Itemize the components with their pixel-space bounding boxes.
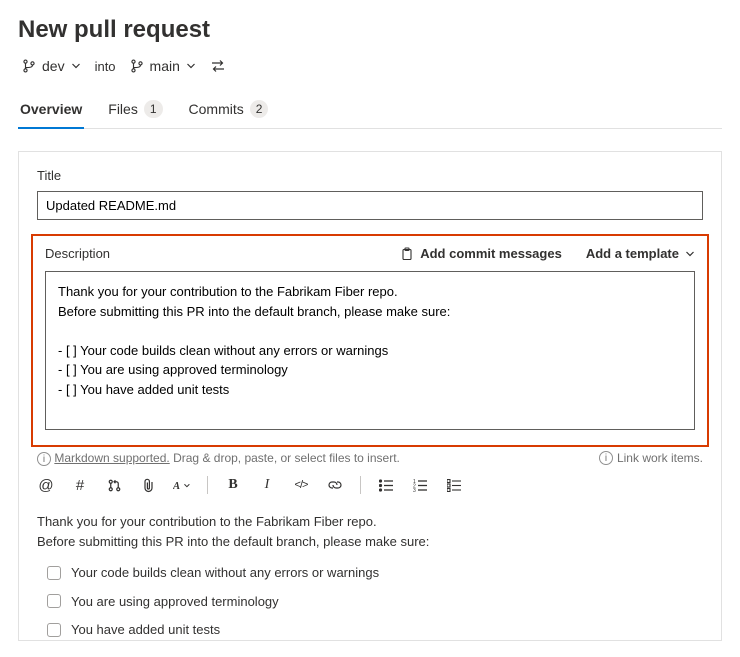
pr-ref-button[interactable]	[105, 476, 123, 494]
branch-selector-row: dev into main	[18, 58, 722, 74]
description-textarea[interactable]	[45, 271, 695, 430]
mention-button[interactable]: @	[37, 476, 55, 494]
formatting-toolbar: @ # A B I </> 123	[37, 476, 703, 494]
attach-button[interactable]	[139, 476, 157, 494]
clipboard-icon	[400, 247, 414, 261]
task-list-button[interactable]	[445, 476, 463, 494]
tab-count-badge: 2	[250, 100, 269, 118]
add-template-label: Add a template	[586, 246, 679, 261]
task-item: You have added unit tests	[47, 620, 703, 640]
tab-bar: Overview Files 1 Commits 2	[18, 92, 722, 129]
into-label: into	[95, 59, 116, 74]
hash-button[interactable]: #	[71, 476, 89, 494]
title-label: Title	[37, 168, 703, 183]
preview-line: Thank you for your contribution to the F…	[37, 512, 703, 532]
separator	[207, 476, 208, 494]
checkbox[interactable]	[47, 594, 61, 608]
description-hints: i Markdown supported. Drag & drop, paste…	[37, 451, 703, 467]
task-text: You have added unit tests	[71, 620, 220, 640]
source-branch-dropdown[interactable]: dev	[22, 58, 81, 74]
info-icon: i	[37, 452, 51, 466]
svg-text:3: 3	[413, 488, 416, 492]
markdown-supported-link[interactable]: Markdown supported.	[54, 451, 169, 465]
task-text: Your code builds clean without any error…	[71, 563, 379, 583]
branch-icon	[130, 59, 144, 73]
svg-text:A: A	[173, 481, 180, 492]
description-label: Description	[45, 246, 110, 261]
link-work-items-button[interactable]: i Link work items.	[599, 451, 703, 467]
chevron-down-icon	[186, 61, 196, 71]
preview-line: Before submitting this PR into the defau…	[37, 532, 703, 552]
bold-button[interactable]: B	[224, 476, 242, 494]
page-title: New pull request	[18, 16, 722, 44]
tab-label: Files	[108, 101, 138, 117]
tab-label: Overview	[20, 101, 82, 117]
task-item: You are using approved terminology	[47, 592, 703, 612]
italic-button[interactable]: I	[258, 476, 276, 494]
chevron-down-icon	[685, 249, 695, 259]
checkbox[interactable]	[47, 623, 61, 637]
description-preview: Thank you for your contribution to the F…	[37, 512, 703, 640]
tab-label: Commits	[189, 101, 244, 117]
bullet-list-button[interactable]	[377, 476, 395, 494]
tab-count-badge: 1	[144, 100, 163, 118]
source-branch-name: dev	[42, 58, 65, 74]
add-commit-label: Add commit messages	[420, 246, 562, 261]
tab-files[interactable]: Files 1	[106, 92, 164, 128]
checkbox[interactable]	[47, 566, 61, 580]
description-highlight: Description Add commit messages Add a te…	[31, 234, 709, 447]
link-button[interactable]	[326, 476, 344, 494]
header-dropdown[interactable]: A	[173, 476, 191, 494]
tab-overview[interactable]: Overview	[18, 92, 84, 128]
branch-icon	[22, 59, 36, 73]
task-item: Your code builds clean without any error…	[47, 563, 703, 583]
link-work-items-label: Link work items.	[617, 451, 703, 465]
form-card: Title Description Add commit messages Ad…	[18, 151, 722, 641]
task-text: You are using approved terminology	[71, 592, 279, 612]
target-branch-dropdown[interactable]: main	[130, 58, 196, 74]
target-branch-name: main	[150, 58, 180, 74]
add-commit-messages-button[interactable]: Add commit messages	[400, 246, 562, 261]
swap-branches-button[interactable]	[210, 59, 226, 73]
title-input[interactable]	[37, 191, 703, 220]
separator	[360, 476, 361, 494]
tab-commits[interactable]: Commits 2	[187, 92, 271, 128]
chevron-down-icon	[71, 61, 81, 71]
drag-drop-hint: Drag & drop, paste, or select files to i…	[173, 451, 400, 465]
add-template-dropdown[interactable]: Add a template	[586, 246, 695, 261]
info-icon: i	[599, 451, 613, 465]
code-button[interactable]: </>	[292, 476, 310, 494]
numbered-list-button[interactable]: 123	[411, 476, 429, 494]
